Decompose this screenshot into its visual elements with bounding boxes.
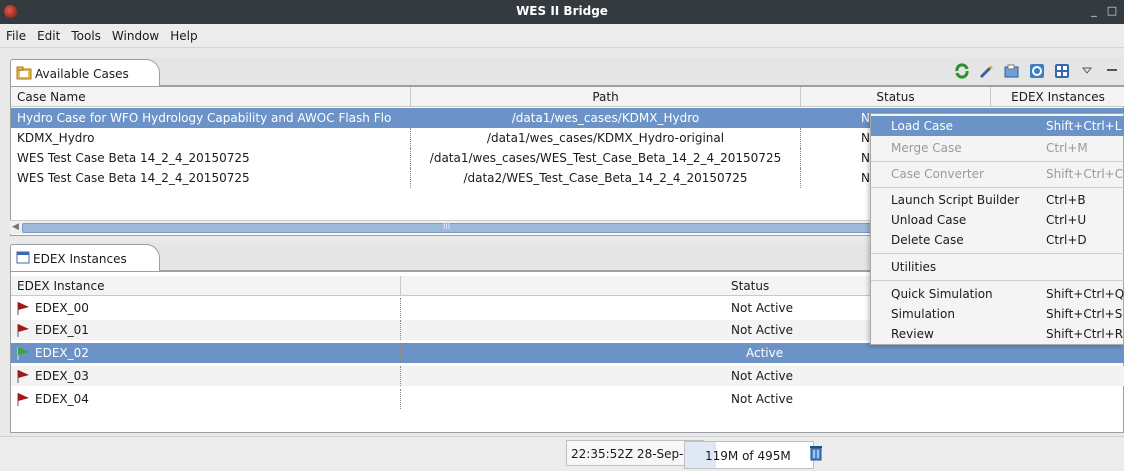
menu-item-shortcut: Ctrl+B bbox=[1046, 193, 1086, 207]
menu-item-label: Delete Case bbox=[891, 233, 964, 247]
edex-name: EDEX_02 bbox=[35, 343, 401, 363]
menu-item-shortcut: Shift+Ctrl+R bbox=[1046, 327, 1124, 341]
flag-icon bbox=[17, 347, 29, 360]
heap-status[interactable]: 119M of 495M bbox=[684, 441, 814, 469]
cases-table-header: Case Name Path Status EDEX Instances bbox=[11, 87, 1124, 107]
menu-item-review[interactable]: Review Shift+Ctrl+R bbox=[871, 324, 1124, 344]
edit-wand-icon[interactable] bbox=[979, 63, 995, 79]
menu-divider bbox=[871, 253, 1124, 254]
edex-name: EDEX_00 bbox=[35, 298, 401, 318]
menu-item-load-case[interactable]: Load Case Shift+Ctrl+L bbox=[871, 116, 1124, 136]
col-edex-instances[interactable]: EDEX Instances bbox=[991, 87, 1124, 107]
menu-window[interactable]: Window bbox=[106, 24, 164, 43]
edex-window-icon bbox=[16, 251, 30, 264]
minimize-view-icon[interactable] bbox=[1104, 63, 1120, 79]
menu-item-shortcut: Shift+Ctrl+L bbox=[1046, 119, 1122, 133]
edex-row[interactable]: EDEX_04 Not Active bbox=[11, 389, 1124, 409]
menu-edit[interactable]: Edit bbox=[31, 24, 65, 43]
menu-item-label: Launch Script Builder bbox=[891, 193, 1020, 207]
settings-gear-icon[interactable] bbox=[1029, 63, 1045, 79]
maximize-button[interactable]: □ bbox=[1104, 3, 1120, 19]
scrollbar-thumb[interactable]: III bbox=[22, 222, 882, 233]
menu-divider bbox=[871, 161, 1124, 162]
col-edex-instance[interactable]: EDEX Instance bbox=[11, 276, 401, 296]
menu-item-label: Utilities bbox=[891, 260, 937, 274]
edex-status: Not Active bbox=[731, 301, 793, 315]
cases-tabstrip: Available Cases bbox=[10, 58, 1124, 87]
menu-item-label: Load Case bbox=[891, 119, 953, 133]
menu-item-shortcut: Ctrl+U bbox=[1046, 213, 1087, 227]
menu-divider bbox=[871, 280, 1124, 281]
minimize-button[interactable]: _ bbox=[1086, 3, 1102, 19]
edex-name: EDEX_04 bbox=[35, 389, 401, 409]
window-title: WES II Bridge bbox=[516, 4, 608, 18]
menu-item-simulation[interactable]: Simulation Shift+Ctrl+S bbox=[871, 304, 1124, 324]
view-menu-icon[interactable] bbox=[1079, 63, 1095, 79]
menu-item-delete-case[interactable]: Delete Case Ctrl+D bbox=[871, 230, 1124, 250]
col-status[interactable]: Status bbox=[801, 87, 991, 107]
edex-status: Not Active bbox=[731, 392, 793, 406]
menu-item-utilities[interactable]: Utilities bbox=[871, 257, 1124, 277]
menu-help[interactable]: Help bbox=[164, 24, 202, 43]
menu-item-quick-simulation[interactable]: Quick Simulation Shift+Ctrl+Q bbox=[871, 284, 1124, 304]
flag-icon bbox=[17, 393, 29, 406]
menu-item-label: Case Converter bbox=[891, 167, 984, 181]
case-path: /data1/wes_cases/KDMX_Hydro bbox=[411, 108, 801, 128]
scroll-grip: III bbox=[443, 222, 451, 231]
edex-status: Not Active bbox=[731, 369, 793, 383]
menu-item-merge-case[interactable]: Merge Case Ctrl+M bbox=[871, 138, 1124, 158]
edex-row[interactable]: EDEX_03 Not Active bbox=[11, 366, 1124, 386]
menu-divider bbox=[871, 187, 1124, 188]
heap-usage-text: 119M of 495M bbox=[705, 449, 791, 463]
case-path: /data2/WES_Test_Case_Beta_14_2_4_2015072… bbox=[411, 168, 801, 188]
menu-item-shortcut: Ctrl+D bbox=[1046, 233, 1087, 247]
menu-item-shortcut: Shift+Ctrl+Q bbox=[1046, 287, 1124, 301]
case-path: /data1/wes_cases/KDMX_Hydro-original bbox=[411, 128, 801, 148]
cases-folder-icon bbox=[16, 66, 32, 80]
menu-item-launch-script-builder[interactable]: Launch Script Builder Ctrl+B bbox=[871, 190, 1124, 210]
edex-status: Active bbox=[746, 346, 784, 360]
col-case-name[interactable]: Case Name bbox=[11, 87, 411, 107]
case-name: Hydro Case for WFO Hydrology Capability … bbox=[11, 108, 411, 128]
menu-item-label: Review bbox=[891, 327, 934, 341]
edex-name: EDEX_01 bbox=[35, 320, 401, 340]
layout-grid-icon[interactable] bbox=[1054, 63, 1070, 79]
case-name: WES Test Case Beta 14_2_4_20150725 bbox=[11, 148, 411, 168]
flag-icon bbox=[17, 370, 29, 383]
flag-icon bbox=[17, 302, 29, 315]
cases-toolbar bbox=[945, 63, 1120, 81]
window-titlebar: WES II Bridge _ □ bbox=[0, 0, 1124, 24]
menu-tools[interactable]: Tools bbox=[65, 24, 106, 43]
menu-item-label: Simulation bbox=[891, 307, 955, 321]
edex-status: Not Active bbox=[731, 323, 793, 337]
case-context-menu: Load Case Shift+Ctrl+L Merge Case Ctrl+M C… bbox=[870, 113, 1124, 345]
tab-available-cases-label: Available Cases bbox=[35, 67, 129, 81]
open-folder-icon[interactable] bbox=[1004, 63, 1020, 79]
col-path[interactable]: Path bbox=[411, 87, 801, 107]
edex-name: EDEX_03 bbox=[35, 366, 401, 386]
menu-file[interactable]: File bbox=[0, 24, 31, 43]
menu-item-label: Merge Case bbox=[891, 141, 962, 155]
flag-icon bbox=[17, 324, 29, 337]
menu-item-case-converter[interactable]: Case Converter Shift+Ctrl+C bbox=[871, 164, 1124, 184]
tab-edex-instances[interactable]: EDEX Instances bbox=[10, 244, 160, 272]
case-name: WES Test Case Beta 14_2_4_20150725 bbox=[11, 168, 411, 188]
case-name: KDMX_Hydro bbox=[11, 128, 411, 148]
menu-item-shortcut: Shift+Ctrl+S bbox=[1046, 307, 1123, 321]
menu-item-label: Quick Simulation bbox=[891, 287, 993, 301]
menu-item-label: Unload Case bbox=[891, 213, 967, 227]
menu-bar: File Edit Tools Window Help bbox=[0, 24, 1124, 48]
status-bar: 22:35:52Z 28-Sep-15 119M of 495M bbox=[0, 436, 1124, 471]
edex-row[interactable]: EDEX_02 Active bbox=[11, 343, 1124, 363]
refresh-icon[interactable] bbox=[954, 63, 970, 79]
tab-edex-instances-label: EDEX Instances bbox=[33, 252, 127, 266]
menu-item-shortcut: Shift+Ctrl+C bbox=[1046, 167, 1124, 181]
tab-available-cases[interactable]: Available Cases bbox=[10, 59, 160, 87]
menu-item-shortcut: Ctrl+M bbox=[1046, 141, 1088, 155]
menu-item-unload-case[interactable]: Unload Case Ctrl+U bbox=[871, 210, 1124, 230]
case-path: /data1/wes_cases/WES_Test_Case_Beta_14_2… bbox=[411, 148, 801, 168]
garbage-collect-icon[interactable] bbox=[810, 445, 822, 461]
scroll-left-icon[interactable]: ◀ bbox=[12, 222, 19, 232]
